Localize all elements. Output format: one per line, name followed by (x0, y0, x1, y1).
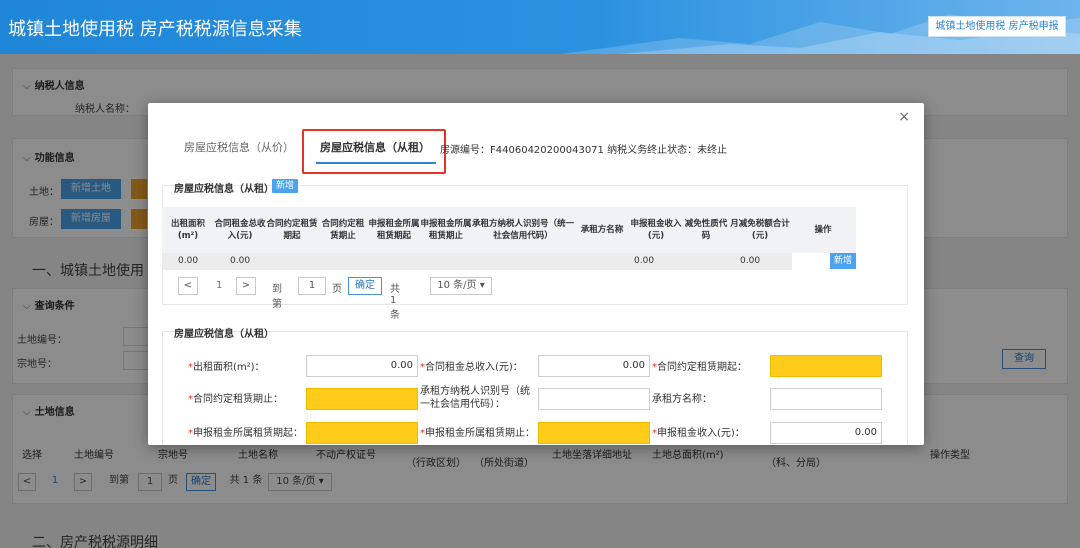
th-declare-end: 申报租金所属租赁期止 (420, 219, 472, 241)
cell-contract-income: 0.00 (230, 256, 251, 266)
cell-declare-income: 0.00 (634, 256, 655, 266)
highlight-box (302, 129, 446, 174)
th-rent-area: 出租面积 (m²) (170, 219, 205, 241)
contract-income-label-text: 合同租金总收入(元)： (425, 362, 523, 373)
th-contract-income: 合同租金总收入(元) (214, 219, 266, 241)
page-unit: 页 (332, 284, 342, 295)
lessee-name-input[interactable] (770, 388, 882, 410)
th-relief-code: 减免性质代码 (684, 219, 728, 241)
rent-area-label: *出租面积(m²)： (188, 362, 265, 373)
declare-end-label-text: 申报租金所属租赁期止： (425, 428, 535, 439)
table-row: 0.00 0.00 0.00 0.00 (162, 253, 792, 270)
th-contract-start: 合同约定租赁期起 (266, 219, 318, 241)
tab-ad-valorem[interactable]: 房屋应税信息（从价） (184, 139, 294, 155)
app-header: 城镇土地使用税 房产税税源信息采集 城镇土地使用税 房产税申报 (0, 0, 1080, 54)
contract-end-label-text: 合同约定租赁期止： (193, 394, 283, 405)
lessee-id-label: 承租方纳税人识别号（统一社会信用代码）： (420, 386, 530, 410)
rental-table-header: 出租面积 (m²) 合同租金总收入(元) 合同约定租赁期起 合同约定租赁期止 申… (162, 207, 856, 253)
lessee-name-label: 承租方名称： (652, 394, 712, 405)
next-page-button[interactable]: > (236, 277, 256, 295)
prev-page-button[interactable]: < (178, 277, 198, 295)
contract-end-date-input[interactable] (306, 388, 418, 410)
th-lessee-name: 承租方名称 (580, 225, 624, 235)
declare-start-label-text: 申报租金所属租赁期起： (193, 428, 303, 439)
house-tax-modal: × 房屋应税信息（从价） 房屋应税信息（从租） 房源编号：F4406042020… (148, 103, 924, 445)
declare-income-label: *申报租金收入(元)： (652, 428, 745, 439)
lessee-id-input[interactable] (538, 388, 650, 410)
close-icon[interactable]: × (898, 109, 910, 125)
contract-end-label: *合同约定租赁期止： (188, 394, 283, 405)
source-info: 房源编号：F44060420200043071 纳税义务终止状态：未终止 (440, 145, 728, 156)
goto-label: 到第 (272, 284, 282, 310)
page-input[interactable]: 1 (298, 277, 326, 295)
contract-start-label-text: 合同约定租赁期起： (657, 362, 747, 373)
rental-list-title: 房屋应税信息（从租） (174, 184, 274, 195)
cell-rent-area: 0.00 (178, 256, 199, 266)
rent-area-input[interactable]: 0.00 (306, 355, 418, 377)
confirm-page-button[interactable]: 确定 (348, 277, 382, 295)
declare-end-date-input[interactable] (538, 422, 650, 444)
contract-income-input[interactable]: 0.00 (538, 355, 650, 377)
total-count: 共 1 条 (390, 284, 400, 321)
declare-end-label: *申报租金所属租赁期止： (420, 428, 535, 439)
th-monthly-relief: 月减免税额合计(元) (730, 219, 790, 241)
th-declare-start: 申报租金所属租赁期起 (368, 219, 420, 241)
page-title: 城镇土地使用税 房产税税源信息采集 (8, 19, 302, 40)
contract-income-label: *合同租金总收入(元)： (420, 362, 523, 373)
declare-start-label: *申报租金所属租赁期起： (188, 428, 303, 439)
declare-income-input[interactable]: 0.00 (770, 422, 882, 444)
row-add-button[interactable]: 新增 (830, 253, 856, 269)
rental-form-title: 房屋应税信息（从租） (174, 329, 274, 340)
contract-start-date-input[interactable] (770, 355, 882, 377)
th-contract-end: 合同约定租赁期止 (321, 219, 365, 241)
cell-monthly-relief: 0.00 (740, 256, 761, 266)
th-declare-income: 申报租金收入(元) (630, 219, 682, 241)
declare-income-label-text: 申报租金收入(元)： (657, 428, 745, 439)
rent-area-label-text: 出租面积(m²)： (193, 362, 265, 373)
per-page-select[interactable]: 10 条/页 ▾ (430, 277, 492, 295)
page-number[interactable]: 1 (216, 280, 222, 291)
contract-start-label: *合同约定租赁期起： (652, 362, 747, 373)
th-operation: 操作 (814, 225, 832, 235)
add-record-button[interactable]: 新增 (272, 179, 299, 193)
declare-start-date-input[interactable] (306, 422, 418, 444)
tax-declaration-button[interactable]: 城镇土地使用税 房产税申报 (928, 16, 1066, 37)
th-lessee-id: 承租方纳税人识别号（统一社会信用代码） (472, 219, 575, 241)
